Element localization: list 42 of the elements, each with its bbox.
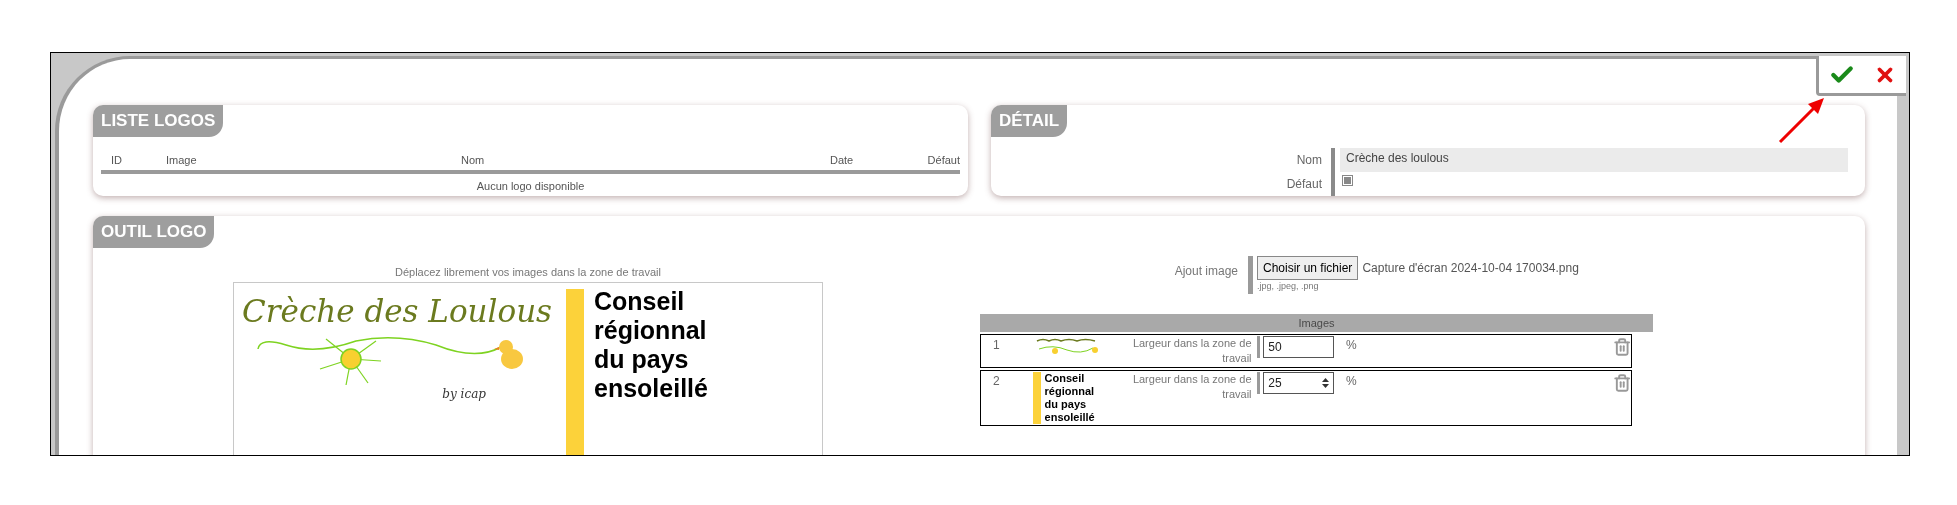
logo-text: Conseil — [594, 287, 686, 316]
row-index: 1 — [992, 337, 1001, 354]
logo-text: ensoleillé — [1044, 411, 1095, 424]
panel-title: DÉTAIL — [991, 105, 1068, 137]
row-index: 2 — [992, 373, 1001, 390]
trash-icon[interactable] — [1612, 372, 1631, 394]
logo-text: Conseil — [1044, 372, 1086, 385]
choose-file-button[interactable]: Choisir un fichier — [1257, 255, 1359, 280]
field-label: Nom — [1295, 151, 1323, 169]
annotation-arrow — [1778, 96, 1826, 144]
default-checkbox[interactable] — [1342, 174, 1353, 186]
upload-label: Ajout image — [1173, 262, 1239, 280]
panel-title: LISTE LOGOS — [93, 105, 224, 137]
logo-text: du pays — [1044, 398, 1088, 411]
logo-text: régionnal — [1044, 385, 1095, 398]
images-header: Images — [980, 313, 1653, 332]
column-header: Date — [830, 152, 855, 168]
logo-byline: by icap — [442, 386, 486, 403]
workspace-caption: Déplacez librement vos images dans la zone de travail — [395, 264, 661, 280]
logo-text: ensoleillé — [594, 374, 708, 403]
field-label: Défaut — [1285, 175, 1323, 193]
column-header: Nom — [461, 152, 486, 168]
file-type-hint: .jpg, .jpeg, .png — [1257, 279, 1320, 293]
logo-bar — [1032, 372, 1041, 424]
percent-unit: % — [1345, 373, 1357, 390]
width-label: Largeur dans la zone de travail — [1131, 336, 1253, 366]
file-name: Capture d'écran 2024-10-04 170034.png — [1362, 259, 1579, 277]
width-label: Largeur dans la zone de travail — [1131, 372, 1253, 402]
trash-icon[interactable] — [1612, 336, 1631, 358]
empty-message: Aucun logo disponible — [475, 179, 586, 194]
spinner-icon[interactable] — [1321, 377, 1329, 389]
column-header: Défaut — [926, 152, 960, 168]
width-input[interactable]: 50 — [1263, 336, 1334, 358]
logo-text: régionnal — [594, 316, 708, 345]
logo-title: Crèche des Loulous — [241, 292, 554, 331]
percent-unit: % — [1345, 337, 1357, 354]
column-header: Image — [165, 152, 198, 168]
column-header: ID — [110, 152, 123, 168]
name-field[interactable]: Crèche des loulous — [1340, 147, 1848, 172]
logo-text: du pays — [594, 345, 690, 374]
panel-title: OUTIL LOGO — [93, 216, 215, 248]
width-input[interactable]: 25 — [1263, 372, 1334, 394]
